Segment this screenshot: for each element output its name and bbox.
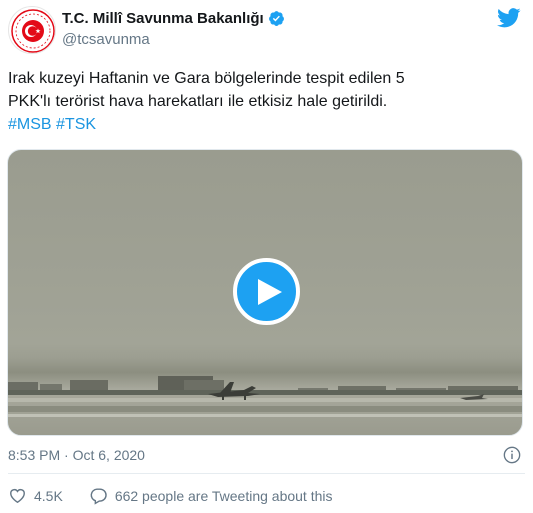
avatar[interactable] — [8, 6, 56, 54]
heart-icon — [10, 488, 25, 504]
conversation-count: 662 people are Tweeting about this — [114, 487, 333, 504]
play-button[interactable] — [233, 258, 300, 325]
like-count: 4.5K — [34, 487, 63, 504]
tweet-actions: 4.5K 662 people are Tweeting about this — [8, 486, 359, 505]
like-button[interactable]: 4.5K — [8, 486, 63, 505]
info-icon[interactable] — [503, 446, 521, 464]
divider — [8, 473, 525, 474]
conversation-button[interactable]: 662 people are Tweeting about this — [89, 486, 333, 505]
hashtag-link[interactable]: #TSK — [56, 116, 96, 133]
reply-bubble-icon — [90, 488, 107, 505]
tweet-text-line: PKK'lı terörist hava harekatları ile etk… — [8, 93, 388, 110]
tweet-card[interactable]: T.C. Millî Savunma Bakanlığı @tcsavunma … — [0, 0, 533, 513]
twitter-logo-icon[interactable] — [497, 8, 521, 28]
tweet-timestamp[interactable]: 8:53 PM · Oct 6, 2020 — [8, 447, 145, 463]
author-handle[interactable]: @tcsavunma — [62, 31, 150, 48]
ministry-emblem-icon — [11, 9, 55, 53]
author-name[interactable]: T.C. Millî Savunma Bakanlığı — [62, 10, 285, 27]
author-name-text[interactable]: T.C. Millî Savunma Bakanlığı — [62, 10, 264, 27]
tweet-text-line: Irak kuzeyi Haftanin ve Gara bölgelerind… — [8, 70, 405, 87]
hashtag-link[interactable]: #MSB — [8, 116, 52, 133]
tweet-text: Irak kuzeyi Haftanin ve Gara bölgelerind… — [8, 67, 518, 136]
verified-badge-icon — [268, 11, 284, 26]
play-icon — [257, 278, 282, 305]
